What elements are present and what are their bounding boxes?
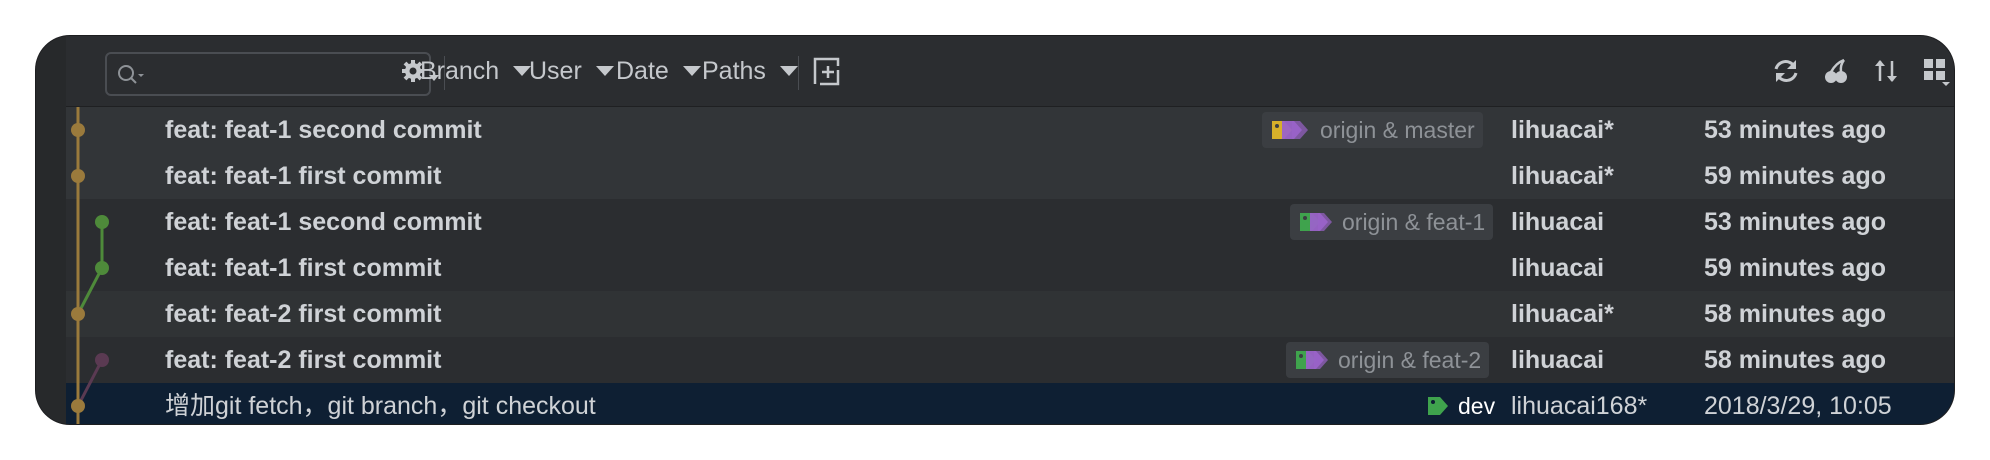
tag-icon (1300, 213, 1332, 231)
refresh-icon[interactable] (1772, 36, 1800, 106)
commit-message: feat: feat-2 first commit (165, 300, 442, 328)
ref-name: origin & feat-1 (1342, 208, 1486, 235)
commit-message: feat: feat-1 second commit (165, 116, 482, 144)
commit-row[interactable]: feat: feat-2 first commit origin & feat-… (66, 337, 1954, 383)
commit-row[interactable]: feat: feat-1 first commit lihuacai 59 mi… (66, 245, 1954, 291)
log-toolbar: Branch User Date Paths (66, 36, 1954, 107)
commit-row[interactable]: feat: feat-2 first commit lihuacai* 58 m… (66, 291, 1954, 337)
commit-author: lihuacai (1511, 346, 1605, 374)
ref-name: dev (1458, 392, 1496, 419)
ref-name: origin & feat-2 (1338, 346, 1482, 373)
commit-date: 59 minutes ago (1704, 162, 1886, 190)
search-icon (118, 65, 144, 84)
commit-author: lihuacai168* (1511, 392, 1648, 420)
commit-author: lihuacai (1511, 208, 1605, 236)
cherry-pick-icon[interactable] (1822, 36, 1850, 106)
commit-author: lihuacai* (1511, 300, 1614, 328)
commit-message: feat: feat-1 first commit (165, 162, 442, 190)
git-log-window: Branch User Date Paths feat: feat-1 seco… (36, 36, 1954, 424)
ref-label: origin & feat-1 (1290, 204, 1494, 240)
filter-date[interactable]: Date (616, 36, 701, 106)
commit-message: feat: feat-1 first commit (165, 254, 442, 282)
commit-message: feat: feat-1 second commit (165, 208, 482, 236)
commit-row[interactable]: feat: feat-1 first commit lihuacai* 59 m… (66, 153, 1954, 199)
commit-list: feat: feat-1 second commit origin & mast… (66, 107, 1954, 424)
new-tab-icon[interactable] (812, 36, 846, 106)
commit-author: lihuacai* (1511, 162, 1614, 190)
commit-date: 59 minutes ago (1704, 254, 1886, 282)
ref-label: origin & feat-2 (1286, 342, 1490, 378)
commit-date: 58 minutes ago (1704, 300, 1886, 328)
toolbar-divider (798, 56, 799, 90)
ref-label: dev (1418, 388, 1503, 424)
sort-icon[interactable] (1872, 36, 1900, 106)
commit-date: 53 minutes ago (1704, 208, 1886, 236)
filter-branch[interactable]: Branch (420, 36, 532, 106)
filter-branch-label: Branch (420, 56, 500, 85)
chevron-down-icon (595, 66, 614, 76)
tag-icon (1296, 351, 1328, 369)
commit-message: feat: feat-2 first commit (165, 346, 442, 374)
tag-icon (1272, 121, 1308, 139)
filter-date-label: Date (616, 56, 669, 85)
commit-row[interactable]: feat: feat-1 second commit origin & mast… (66, 107, 1954, 153)
ref-label: origin & master (1262, 112, 1483, 148)
left-gutter (36, 36, 66, 424)
commit-author: lihuacai* (1511, 116, 1614, 144)
tag-icon (1428, 397, 1448, 415)
commit-date: 58 minutes ago (1704, 346, 1886, 374)
chevron-down-icon (682, 66, 701, 76)
search-input[interactable] (105, 52, 431, 96)
filter-user-label: User (529, 56, 582, 85)
commit-row-selected[interactable]: 增加git fetch，git branch，git checkout dev … (66, 383, 1954, 424)
commit-row[interactable]: feat: feat-1 second commit origin & feat… (66, 199, 1954, 245)
filter-user[interactable]: User (529, 36, 614, 106)
commit-date: 53 minutes ago (1704, 116, 1886, 144)
commit-author: lihuacai (1511, 254, 1605, 282)
filter-paths-label: Paths (702, 56, 766, 85)
chevron-down-icon (779, 66, 798, 76)
layout-options-icon[interactable] (1922, 36, 1952, 106)
commit-message: 增加git fetch，git branch，git checkout (165, 392, 596, 420)
ref-name: origin & master (1320, 116, 1475, 143)
filter-paths[interactable]: Paths (702, 36, 798, 106)
commit-date: 2018/3/29, 10:05 (1704, 392, 1892, 420)
